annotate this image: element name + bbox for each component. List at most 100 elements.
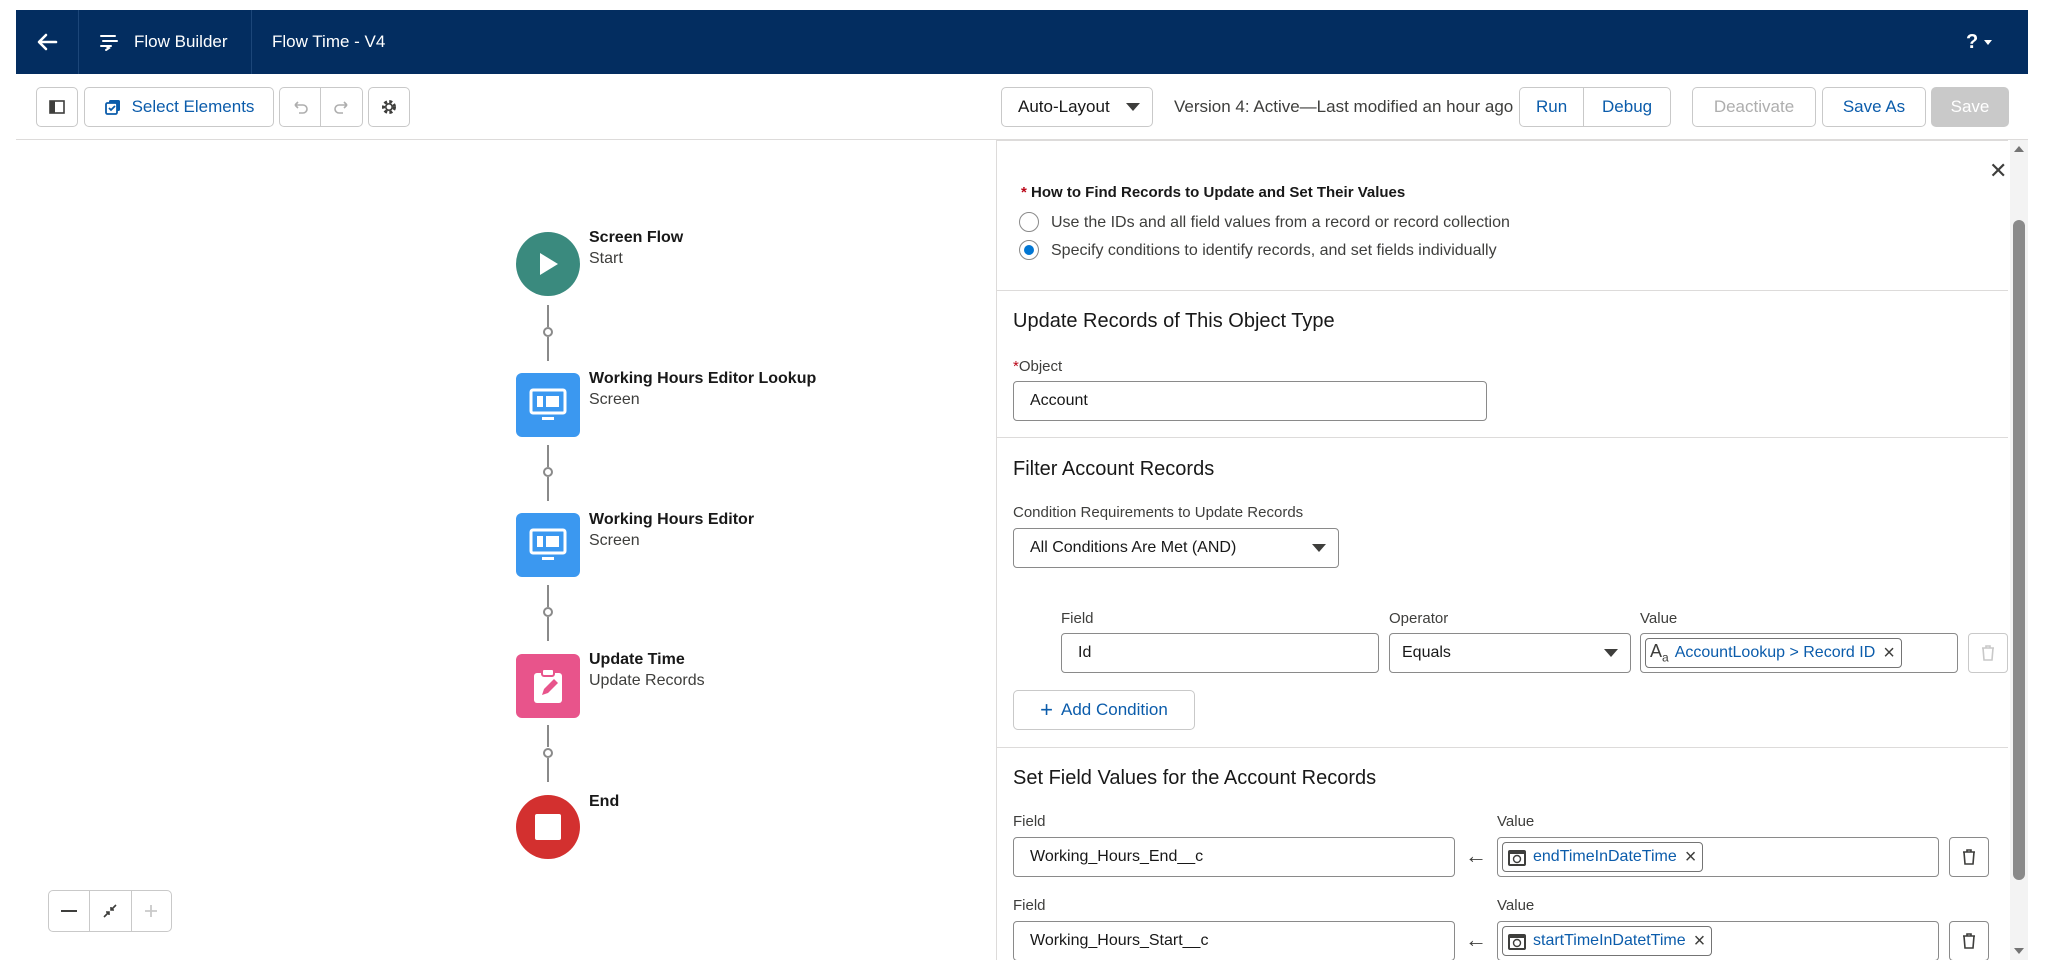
update-records-node[interactable] — [516, 654, 580, 718]
zoom-out-button[interactable] — [49, 891, 89, 931]
set-field-input[interactable]: Working_Hours_Start__c — [1013, 921, 1455, 960]
condition-value-input[interactable]: Aa AccountLookup > Record ID × — [1640, 633, 1958, 673]
scroll-down-icon[interactable] — [2014, 948, 2024, 954]
top-nav-bar: Flow Builder Flow Time - V4 ? — [16, 10, 2028, 74]
back-button[interactable] — [16, 10, 78, 74]
set-field-label: Field — [1013, 813, 1046, 830]
add-condition-button[interactable]: + Add Condition — [1013, 690, 1195, 730]
zoom-controls — [48, 890, 172, 932]
redo-button[interactable] — [320, 88, 362, 126]
set-value-input[interactable]: endTimeInDateTime × — [1497, 837, 1939, 877]
radio-use-ids-label: Use the IDs and all field values from a … — [1051, 214, 1510, 231]
condition-operator-select[interactable]: Equals — [1389, 633, 1631, 673]
deactivate-button[interactable]: Deactivate — [1692, 87, 1816, 127]
update-records-icon — [534, 668, 562, 703]
select-elements-label: Select Elements — [131, 97, 255, 116]
connector-line — [547, 477, 549, 501]
node-title: End — [589, 793, 620, 810]
set-value-pill[interactable]: endTimeInDateTime × — [1502, 842, 1704, 872]
add-element-dot[interactable] — [543, 467, 553, 477]
node-subtitle: Screen — [589, 391, 640, 408]
condition-value-pill[interactable]: Aa AccountLookup > Record ID × — [1645, 638, 1902, 668]
arrow-left-icon: ← — [1465, 927, 1487, 952]
save-as-button[interactable]: Save As — [1822, 87, 1926, 127]
radio-specify-conditions[interactable] — [1019, 240, 1039, 260]
close-panel-button[interactable]: ✕ — [1989, 158, 2007, 184]
fit-icon — [103, 904, 118, 918]
flow-icon — [100, 35, 118, 51]
zoom-in-button[interactable] — [130, 891, 171, 931]
zoom-in-icon — [145, 905, 158, 917]
trash-icon — [1982, 645, 1994, 661]
chevron-down-icon — [1312, 544, 1326, 552]
set-value-label: Value — [1497, 813, 1535, 830]
add-element-dot[interactable] — [543, 607, 553, 617]
remove-pill-icon[interactable]: × — [1883, 642, 1895, 665]
field-header: Field — [1061, 610, 1094, 627]
play-icon — [540, 253, 558, 275]
datetime-icon — [1508, 850, 1526, 866]
flow-name: Flow Time - V4 — [272, 10, 385, 74]
set-field-label: Field — [1013, 897, 1046, 914]
remove-pill-icon[interactable]: × — [1694, 930, 1706, 953]
condition-field-input[interactable]: Id — [1061, 633, 1379, 673]
node-subtitle: Update Records — [589, 672, 705, 689]
zoom-out-icon — [61, 910, 78, 912]
run-button[interactable]: Run — [1520, 88, 1583, 126]
scroll-up-icon[interactable] — [2014, 146, 2024, 152]
start-node[interactable] — [516, 232, 580, 296]
requirements-select[interactable]: All Conditions Are Met (AND) — [1013, 528, 1339, 568]
delete-assignment-button[interactable] — [1949, 921, 1989, 960]
save-button[interactable]: Save — [1931, 87, 2009, 127]
node-title: Working Hours Editor Lookup — [589, 370, 817, 387]
delete-condition-button[interactable] — [1968, 633, 2008, 673]
node-title: Update Time — [589, 651, 685, 668]
screen-icon — [529, 388, 567, 420]
select-elements-icon — [104, 100, 120, 115]
app-name-label: Flow Builder — [134, 32, 228, 51]
select-elements-button[interactable]: Select Elements — [84, 87, 274, 127]
layout-mode-value: Auto-Layout — [1018, 97, 1110, 116]
set-value-text: endTimeInDateTime — [1533, 848, 1677, 865]
object-label: *Object — [1013, 358, 1063, 375]
datetime-icon — [1508, 934, 1526, 950]
value-header: Value — [1640, 610, 1678, 627]
end-node[interactable] — [516, 795, 580, 859]
set-value-pill[interactable]: startTimeInDatetTime × — [1502, 926, 1713, 956]
flow-canvas[interactable]: Screen Flow Start Working Hours Editor L… — [16, 140, 996, 960]
flow-settings-button[interactable] — [368, 87, 410, 127]
delete-assignment-button[interactable] — [1949, 837, 1989, 877]
toggle-panel-button[interactable] — [36, 87, 78, 127]
fit-view-button[interactable] — [89, 891, 130, 931]
scrollbar-thumb[interactable] — [2013, 220, 2025, 880]
layout-mode-select[interactable]: Auto-Layout — [1001, 87, 1153, 127]
connector-line — [547, 617, 549, 641]
stop-icon — [535, 814, 561, 840]
panel-scrollbar[interactable] — [2010, 140, 2028, 960]
arrow-left-icon: ← — [1465, 843, 1487, 868]
version-status: Version 4: Active—Last modified an hour … — [1174, 97, 1514, 116]
object-section-heading: Update Records of This Object Type — [1013, 310, 1335, 332]
set-value-text: startTimeInDatetTime — [1533, 932, 1686, 949]
set-field-input[interactable]: Working_Hours_End__c — [1013, 837, 1455, 877]
object-input[interactable]: Account — [1013, 381, 1487, 421]
remove-pill-icon[interactable]: × — [1685, 846, 1697, 869]
properties-panel: ✕ * How to Find Records to Update and Se… — [996, 140, 2008, 960]
radio-use-ids[interactable] — [1019, 212, 1039, 232]
connector-line — [547, 725, 549, 747]
undo-button[interactable] — [280, 88, 320, 126]
add-element-dot[interactable] — [543, 748, 553, 758]
arrow-left-icon — [37, 33, 58, 51]
add-element-dot[interactable] — [543, 327, 553, 337]
node-subtitle: Screen — [589, 532, 640, 549]
trash-icon — [1963, 849, 1975, 865]
requirements-label: Condition Requirements to Update Records — [1013, 504, 1304, 521]
screen-node[interactable] — [516, 513, 580, 577]
chevron-down-icon — [1984, 39, 1993, 45]
debug-button[interactable]: Debug — [1583, 88, 1670, 126]
panel-toggle-icon — [49, 100, 65, 114]
screen-node[interactable] — [516, 373, 580, 437]
screen-icon — [529, 528, 567, 560]
set-value-input[interactable]: startTimeInDatetTime × — [1497, 921, 1939, 960]
help-menu-button[interactable]: ? — [1966, 10, 1993, 74]
